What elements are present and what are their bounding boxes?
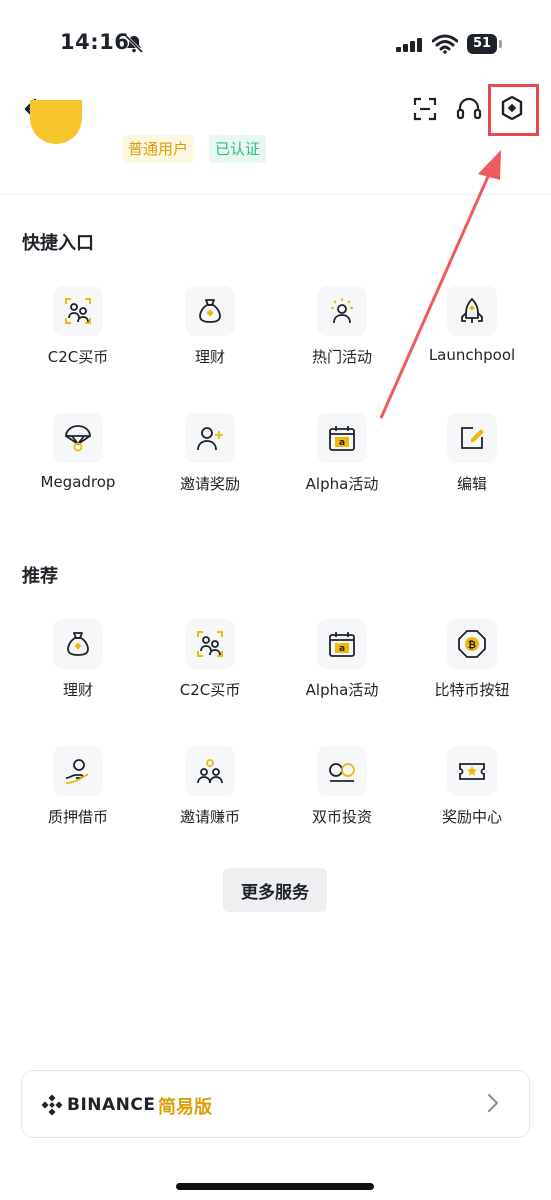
shortcut-label: 邀请奖励	[179, 475, 240, 493]
money-bag-icon	[53, 619, 103, 669]
shortcut-megadrop[interactable]: Megadrop	[13, 413, 143, 491]
dual-coin-icon	[317, 746, 367, 796]
bell-muted-icon	[124, 34, 144, 58]
recommended-earn[interactable]: 理财	[13, 619, 143, 700]
wifi-icon	[431, 34, 459, 58]
binance-wordmark: BINANCE	[67, 1095, 156, 1115]
shortcut-label: 热门活动	[311, 348, 372, 366]
recommended-label: 双币投资	[311, 808, 372, 826]
header-divider	[0, 194, 551, 195]
recommended-c2c[interactable]: C2C买币	[145, 619, 275, 700]
lite-version-label: 简易版	[158, 1097, 212, 1118]
bitcoin-button-icon: ₿	[447, 619, 497, 669]
signal-icon	[396, 37, 424, 56]
person-star-icon	[317, 286, 367, 336]
shortcut-label: Alpha活动	[305, 475, 379, 493]
battery-cap	[499, 40, 502, 48]
recommended-label: 奖励中心	[441, 808, 502, 826]
shortcut-alpha-events[interactable]: a Alpha活动	[277, 413, 407, 494]
binance-logo-icon	[41, 1094, 63, 1120]
shortcut-label: Launchpool	[428, 346, 516, 364]
rocket-icon	[447, 286, 497, 336]
shortcuts-title: 快捷入口	[22, 233, 94, 254]
shortcut-invite-reward[interactable]: 邀请奖励	[145, 413, 275, 494]
recommended-bitcoin-button[interactable]: ₿ 比特币按钮	[407, 619, 537, 700]
hand-coin-icon	[53, 746, 103, 796]
two-users-icon	[185, 746, 235, 796]
recommended-label: 比特币按钮	[434, 681, 510, 699]
shortcut-label: 理财	[194, 348, 225, 366]
shortcut-label: C2C买币	[47, 348, 109, 366]
battery-indicator: 51	[467, 34, 497, 54]
recommended-loan[interactable]: 质押借币	[13, 746, 143, 827]
recommended-label: 邀请赚币	[179, 808, 240, 826]
svg-text:a: a	[339, 644, 345, 654]
money-bag-icon	[185, 286, 235, 336]
settings-highlight-box	[488, 84, 539, 136]
svg-text:a: a	[339, 438, 345, 448]
scan-icon[interactable]	[410, 94, 440, 124]
verified-badge: 已认证	[209, 135, 267, 163]
shortcut-c2c[interactable]: C2C买币	[13, 286, 143, 367]
ticket-star-icon	[447, 746, 497, 796]
recommended-invite-earn[interactable]: 邀请赚币	[145, 746, 275, 827]
shortcut-label: 编辑	[456, 475, 487, 493]
headset-icon[interactable]	[454, 94, 484, 124]
more-services-button[interactable]: 更多服务	[223, 868, 327, 912]
shortcut-earn[interactable]: 理财	[145, 286, 275, 367]
svg-text:₿: ₿	[468, 639, 476, 651]
shortcut-launchpool[interactable]: Launchpool	[407, 286, 537, 364]
recommended-label: Alpha活动	[305, 681, 379, 699]
chevron-right-icon	[486, 1092, 500, 1118]
recommended-title: 推荐	[22, 566, 58, 587]
shortcut-edit[interactable]: 编辑	[407, 413, 537, 494]
edit-icon	[447, 413, 497, 463]
recommended-label: 理财	[62, 681, 93, 699]
recommended-dual-investment[interactable]: 双币投资	[277, 746, 407, 827]
shortcut-hot-events[interactable]: 热门活动	[277, 286, 407, 367]
c2c-users-icon	[185, 619, 235, 669]
status-time: 14:16	[60, 30, 130, 54]
recommended-alpha-events[interactable]: a Alpha活动	[277, 619, 407, 700]
calendar-alpha-icon: a	[317, 413, 367, 463]
parachute-icon	[53, 413, 103, 463]
calendar-alpha-icon: a	[317, 619, 367, 669]
recommended-label: 质押借币	[47, 808, 108, 826]
recommended-reward-center[interactable]: 奖励中心	[407, 746, 537, 827]
user-level-badge: 普通用户	[122, 135, 195, 163]
avatar[interactable]	[30, 100, 82, 144]
recommended-label: C2C买币	[179, 681, 241, 699]
c2c-users-icon	[53, 286, 103, 336]
annotation-arrow	[379, 150, 501, 419]
shortcut-label: Megadrop	[40, 473, 116, 491]
home-indicator	[176, 1183, 374, 1190]
person-add-icon	[185, 413, 235, 463]
